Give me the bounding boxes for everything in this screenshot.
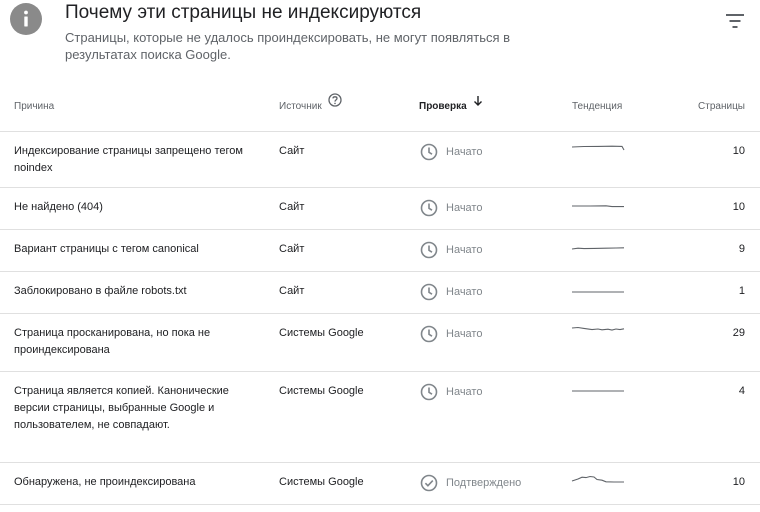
pages-count: 10 bbox=[732, 476, 745, 488]
source-cell: Сайт bbox=[279, 145, 305, 157]
sort-down-arrow-icon bbox=[473, 88, 483, 122]
source-cell: Сайт bbox=[279, 285, 305, 297]
reason-cell: Вариант страницы с тегом canonical bbox=[14, 243, 199, 255]
column-header-check[interactable]: Проверка bbox=[419, 90, 483, 124]
status-text: Начато bbox=[446, 285, 483, 298]
status-cell: Начато bbox=[420, 282, 482, 302]
clock-icon bbox=[420, 283, 438, 301]
column-header-pages[interactable]: Страницы bbox=[698, 90, 745, 124]
source-cell: Системы Google bbox=[279, 476, 364, 488]
source-cell: Сайт bbox=[279, 201, 305, 213]
reason-cell: Страница просканирована, но пока не прои… bbox=[14, 327, 211, 356]
status-text: Начато bbox=[446, 201, 483, 214]
pages-count: 1 bbox=[738, 285, 745, 297]
reason-cell: Обнаружена, не проиндексирована bbox=[14, 476, 196, 488]
pages-count: 4 bbox=[738, 385, 745, 397]
table-header: Причина Источник Проверка Тенденция Стра… bbox=[0, 90, 760, 132]
pages-count: 9 bbox=[738, 243, 745, 255]
reason-cell: Страница является копией. Канонические в… bbox=[14, 385, 229, 431]
page-subtitle: Страницы, которые не удалось проиндексир… bbox=[65, 30, 511, 62]
status-cell: Начато bbox=[420, 324, 482, 344]
status-text: Начато bbox=[446, 145, 483, 158]
pages-count: 10 bbox=[732, 201, 745, 213]
column-header-trend[interactable]: Тенденция bbox=[572, 90, 622, 124]
reason-cell: Не найдено (404) bbox=[14, 201, 103, 213]
reason-cell: Индексирование страницы запрещено тегом … bbox=[14, 145, 243, 174]
source-cell: Системы Google bbox=[279, 327, 364, 339]
reason-cell: Заблокировано в файле robots.txt bbox=[14, 285, 187, 297]
status-text: Начато bbox=[446, 385, 483, 398]
clock-icon bbox=[420, 143, 438, 161]
clock-icon bbox=[420, 241, 438, 259]
status-cell: Начато bbox=[420, 142, 482, 162]
table-row[interactable]: Заблокировано в файле robots.txt Сайт На… bbox=[0, 272, 760, 314]
trend-sparkline bbox=[570, 199, 630, 219]
trend-sparkline bbox=[570, 383, 630, 403]
trend-sparkline bbox=[570, 241, 630, 261]
table-row[interactable]: Вариант страницы с тегом canonical Сайт … bbox=[0, 230, 760, 272]
trend-sparkline bbox=[570, 283, 630, 303]
help-icon[interactable] bbox=[328, 88, 342, 122]
column-header-source[interactable]: Источник bbox=[279, 90, 342, 124]
table-row[interactable]: Обнаружена, не проиндексирована Системы … bbox=[0, 463, 760, 505]
source-cell: Системы Google bbox=[279, 385, 364, 397]
status-text: Подтверждено bbox=[446, 476, 522, 489]
trend-sparkline bbox=[570, 143, 630, 163]
status-cell: Начато bbox=[420, 198, 482, 218]
filter-button[interactable] bbox=[722, 10, 748, 32]
filter-icon bbox=[726, 14, 744, 28]
page-title: Почему эти страницы не индексируются bbox=[65, 2, 422, 23]
pages-count: 29 bbox=[732, 327, 745, 339]
table-row[interactable]: Страница просканирована, но пока не прои… bbox=[0, 314, 760, 372]
report-header: Почему эти страницы не индексируются Стр… bbox=[0, 0, 760, 80]
clock-icon bbox=[420, 383, 438, 401]
check-circle-icon bbox=[420, 474, 438, 492]
table-row[interactable]: Индексирование страницы запрещено тегом … bbox=[0, 132, 760, 188]
status-cell: Начато bbox=[420, 382, 482, 402]
status-text: Начато bbox=[446, 243, 483, 256]
clock-icon bbox=[420, 199, 438, 217]
source-cell: Сайт bbox=[279, 243, 305, 255]
status-cell: Подтверждено bbox=[420, 473, 521, 493]
table-row[interactable]: Страница является копией. Канонические в… bbox=[0, 372, 760, 463]
column-header-reason[interactable]: Причина bbox=[14, 90, 54, 124]
status-text: Начато bbox=[446, 327, 483, 340]
clock-icon bbox=[420, 325, 438, 343]
status-cell: Начато bbox=[420, 240, 482, 260]
pages-count: 10 bbox=[732, 145, 745, 157]
info-icon bbox=[10, 3, 42, 35]
table-row[interactable]: Не найдено (404) Сайт Начато 10 bbox=[0, 188, 760, 230]
trend-sparkline bbox=[570, 474, 630, 494]
table-body: Индексирование страницы запрещено тегом … bbox=[0, 132, 760, 505]
trend-sparkline bbox=[570, 325, 630, 345]
